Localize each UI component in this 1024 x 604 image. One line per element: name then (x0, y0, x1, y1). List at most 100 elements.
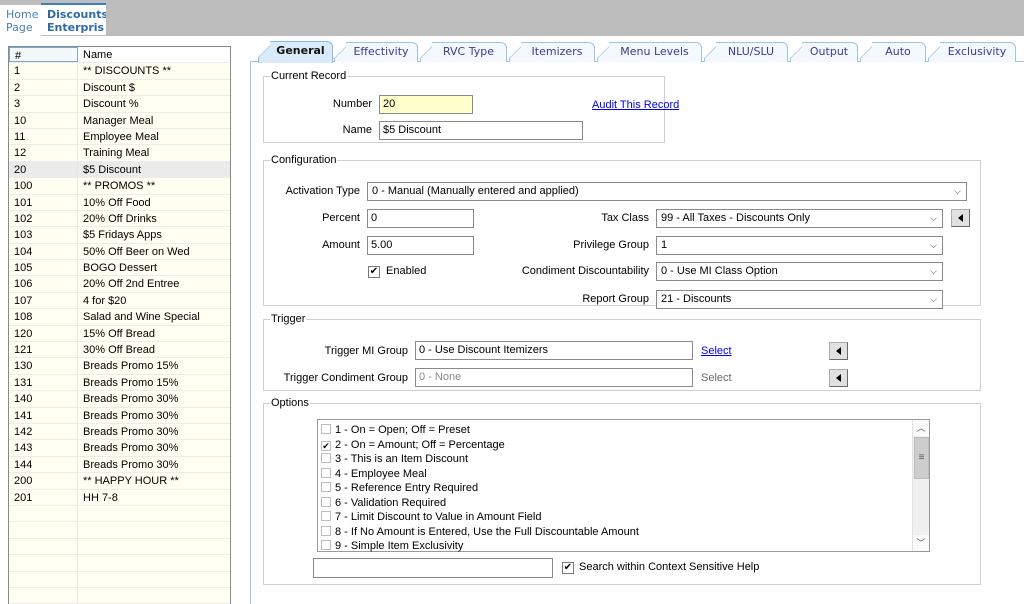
table-row[interactable]: 106 20% Off 2nd Entree (9, 276, 230, 293)
table-row[interactable]: 131 Breads Promo 15% (9, 374, 230, 392)
record-name-cell: Breads Promo 30% (83, 458, 179, 471)
record-name-cell: $5 Discount (83, 163, 142, 176)
audit-record-link[interactable]: Audit This Record (592, 99, 679, 111)
record-number-cell: 200 (9, 473, 78, 489)
empty-row[interactable] (9, 522, 230, 539)
option-checkbox[interactable] (321, 467, 331, 478)
tab-effectivity[interactable]: Effectivity (334, 42, 418, 63)
empty-row[interactable] (9, 587, 230, 604)
percent-field[interactable]: 0 (367, 209, 474, 228)
table-row[interactable]: 11 Employee Meal (9, 128, 230, 146)
option-checkbox[interactable] (321, 453, 331, 463)
table-row[interactable]: 105 BOGO Dessert (9, 260, 230, 277)
table-row[interactable]: 107 4 for $20 (9, 292, 230, 310)
trigger-mi-group-field[interactable]: 0 - Use Discount Itemizers (415, 341, 693, 360)
trigger-mi-group-select-link[interactable]: Select (701, 345, 732, 357)
column-header-number[interactable]: # (9, 47, 78, 63)
trigger-condiment-group-field[interactable]: 0 - None (415, 368, 693, 387)
options-search-field[interactable] (313, 558, 553, 578)
records-grid[interactable]: # Name 1 ** DISCOUNTS ** 2 Discount $ 3 Disco… (8, 46, 231, 604)
option-checkbox[interactable] (321, 482, 331, 492)
option-item[interactable]: 7 - Limit Discount to Value in Amount Fi… (321, 510, 541, 525)
table-row[interactable]: 100 ** PROMOS ** (9, 178, 230, 195)
option-item[interactable]: 3 - This is an Item Discount (321, 452, 468, 467)
table-row[interactable]: 2 Discount $ (9, 79, 230, 97)
table-row[interactable]: 12 Training Meal (9, 145, 230, 162)
enabled-checkbox[interactable]: ✔ (368, 266, 380, 278)
table-row[interactable]: 141 Breads Promo 30% (9, 407, 230, 424)
option-checkbox[interactable] (321, 424, 331, 434)
option-item[interactable]: ✔ 2 - On = Amount; Off = Percentage (321, 438, 505, 453)
amount-field[interactable]: 5.00 (367, 236, 474, 255)
table-row[interactable]: 140 Breads Promo 30% (9, 391, 230, 408)
empty-row[interactable] (9, 538, 230, 556)
trigger-mi-group-detail-button[interactable] (829, 342, 848, 360)
option-item[interactable]: 6 - Validation Required (321, 496, 446, 511)
tab-menu-levels[interactable]: Menu Levels (597, 42, 702, 63)
option-checkbox[interactable] (321, 496, 331, 507)
empty-row[interactable] (9, 555, 230, 572)
option-checkbox[interactable] (321, 511, 331, 521)
table-row[interactable]: 130 Breads Promo 15% (9, 358, 230, 375)
scroll-down-icon[interactable]: ﹀ (913, 535, 929, 551)
tax-class-detail-button[interactable] (951, 209, 970, 227)
activation-type-select[interactable]: 0 - Manual (Manually entered and applied… (367, 182, 967, 201)
name-field[interactable]: $5 Discount (379, 121, 583, 140)
scroll-thumb[interactable]: ≡ (914, 437, 929, 479)
table-row[interactable]: 121 30% Off Bread (9, 342, 230, 359)
record-number-cell (9, 555, 78, 571)
record-number-cell: 121 (9, 342, 78, 358)
option-item[interactable]: 4 - Employee Meal (321, 467, 427, 482)
table-row[interactable]: 20 $5 Discount (9, 161, 230, 179)
privilege-group-select[interactable]: 1 ⌵ (656, 236, 943, 255)
table-row[interactable]: 108 Salad and Wine Special (9, 309, 230, 326)
search-help-checkbox[interactable]: ✔ (562, 562, 574, 574)
table-row[interactable]: 1 ** DISCOUNTS ** (9, 63, 230, 80)
table-row[interactable]: 144 Breads Promo 30% (9, 456, 230, 474)
tab-nlu-slu[interactable]: NLU/SLU (704, 42, 788, 63)
trigger-condiment-group-select-link: Select (701, 372, 732, 384)
tab-discounts-enterprise[interactable]: Discounts Enterpris (41, 3, 106, 35)
table-row[interactable]: 104 50% Off Beer on Wed (9, 243, 230, 261)
tax-class-select[interactable]: 99 - All Taxes - Discounts Only ⌵ (656, 209, 943, 228)
table-row[interactable]: 143 Breads Promo 30% (9, 440, 230, 457)
table-row[interactable]: 10 Manager Meal (9, 112, 230, 129)
option-item[interactable]: 5 - Reference Entry Required (321, 481, 478, 496)
tab-output[interactable]: Output (790, 42, 858, 63)
table-row[interactable]: 120 15% Off Bread (9, 325, 230, 343)
tab-exclusivity[interactable]: Exclusivity (928, 42, 1016, 63)
tab-home-page[interactable]: Home Page (0, 5, 41, 37)
option-item[interactable]: 8 - If No Amount is Entered, Use the Ful… (321, 525, 639, 540)
record-name-cell (78, 572, 230, 587)
option-item[interactable]: 9 - Simple Item Exclusivity (321, 539, 463, 554)
trigger-condiment-group-detail-button[interactable] (829, 369, 848, 387)
record-number-cell: 12 (9, 145, 78, 161)
table-row[interactable]: 200 ** HAPPY HOUR ** (9, 473, 230, 490)
table-row[interactable]: 3 Discount % (9, 96, 230, 113)
option-checkbox[interactable] (321, 540, 331, 550)
option-label: 5 - Reference Entry Required (335, 482, 479, 494)
empty-row[interactable] (9, 505, 230, 523)
tab-general[interactable]: General (258, 41, 333, 63)
number-field[interactable]: 20 (379, 95, 473, 114)
tab-itemizers[interactable]: Itemizers (509, 42, 595, 63)
column-header-name[interactable]: Name (78, 47, 230, 62)
condiment-discountability-select[interactable]: 0 - Use MI Class Option ⌵ (656, 262, 943, 281)
table-row[interactable]: 102 20% Off Drinks (9, 210, 230, 228)
options-checklist[interactable]: ︿ ≡ ﹀ 1 - On = Open; Off = Preset ✔ 2 - On… (317, 419, 930, 552)
option-checkbox[interactable]: ✔ (321, 440, 331, 451)
option-checkbox[interactable] (321, 525, 331, 536)
tab-auto[interactable]: Auto (860, 42, 926, 63)
table-row[interactable]: 142 Breads Promo 30% (9, 423, 230, 441)
record-name-cell: Breads Promo 30% (83, 442, 179, 455)
table-row[interactable]: 101 10% Off Food (9, 194, 230, 211)
table-row[interactable]: 201 HH 7-8 (9, 489, 230, 506)
scroll-up-icon[interactable]: ︿ (913, 420, 929, 436)
record-number-cell: 1 (9, 63, 78, 79)
options-scrollbar[interactable]: ︿ ≡ ﹀ (912, 420, 929, 551)
tab-rvc-type[interactable]: RVC Type (420, 42, 507, 63)
option-item[interactable]: 1 - On = Open; Off = Preset (321, 423, 470, 438)
empty-row[interactable] (9, 571, 230, 588)
table-row[interactable]: 103 $5 Fridays Apps (9, 227, 230, 244)
report-group-select[interactable]: 21 - Discounts ⌵ (656, 290, 943, 309)
